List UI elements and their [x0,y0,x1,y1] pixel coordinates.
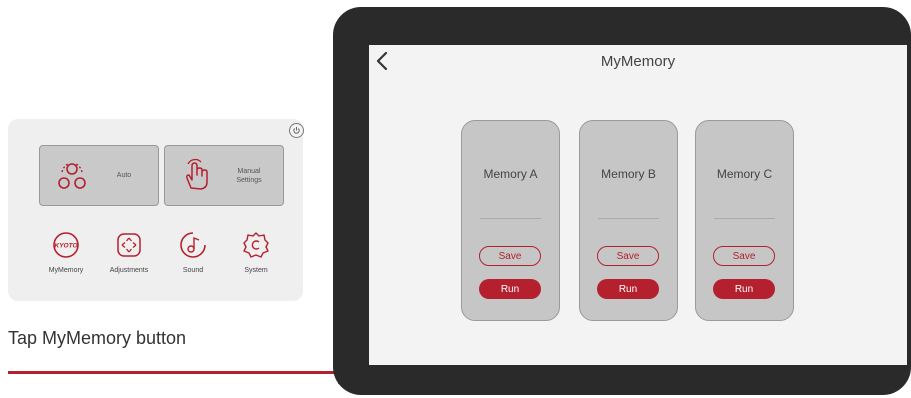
tablet-screen: MyMemory Memory A Save Run Memory B Save… [369,45,907,365]
memory-card-b: Memory B Save Run [579,120,678,321]
memory-card-c: Memory C Save Run [695,120,794,321]
hand-icon [186,158,208,190]
save-button[interactable]: Save [597,246,659,266]
sound-label: Sound [182,267,204,274]
memory-name: Memory C [716,167,773,181]
manual-settings-tile[interactable]: Manual Settings [164,145,284,206]
auto-tile-label: Auto [116,172,132,179]
home-screen-preview: Auto Manual Settings KYOTO MyMemory Adju… [8,119,304,301]
system-label: System [244,267,268,274]
system-gear-icon[interactable] [241,230,271,260]
page-title: MyMemory [600,53,676,70]
card-divider [714,218,775,219]
adjust-icon[interactable] [114,230,144,260]
run-button[interactable]: Run [713,279,775,299]
memory-name: Memory B [601,167,656,181]
adjustments-label: Adjustments [109,267,149,274]
instruction-caption: Tap MyMemory button [8,328,187,348]
sound-icon[interactable] [178,230,208,260]
mymemory-label: MyMemory [48,267,84,274]
memory-name: Memory A [483,167,538,181]
memory-card-a: Memory A Save Run [461,120,560,321]
run-button[interactable]: Run [479,279,541,299]
manual-settings-label: Manual Settings [236,167,262,184]
card-divider [480,218,541,219]
kyoto-logo-text: KYOTO [55,243,78,250]
card-divider [598,218,659,219]
run-button[interactable]: Run [597,279,659,299]
auto-tile[interactable]: Auto [39,145,159,206]
pointer-arrow-line [8,371,344,374]
auto-icon [58,163,86,189]
kyoto-logo-icon[interactable]: KYOTO [51,230,81,260]
power-icon[interactable] [289,123,304,138]
save-button[interactable]: Save [479,246,541,266]
save-button[interactable]: Save [713,246,775,266]
